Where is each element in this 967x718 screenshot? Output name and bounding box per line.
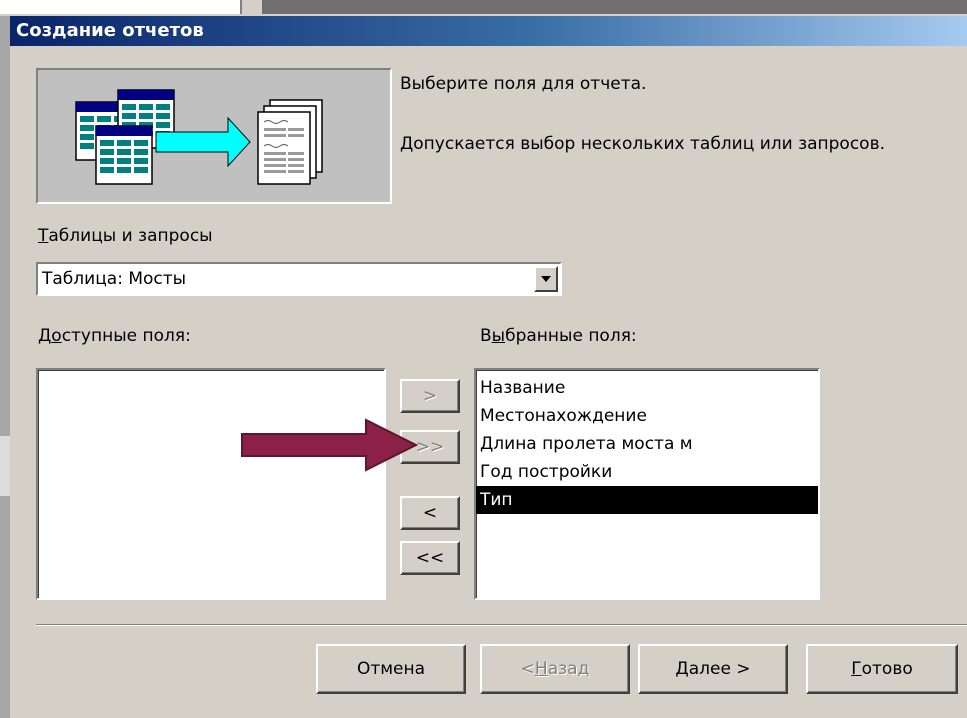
available-fields-list[interactable] <box>36 368 386 600</box>
instruction-text: Выберите поля для отчета. <box>400 74 647 94</box>
window-title: Создание отчетов <box>16 20 204 41</box>
selected-fields-list[interactable]: Название Местонахождение Длина пролета мос… <box>474 368 820 600</box>
footer-separator <box>36 624 967 626</box>
dropdown-button[interactable] <box>534 266 558 292</box>
background-window-left <box>0 0 242 14</box>
available-fields-label: Доступные поля: <box>38 326 191 346</box>
remove-all-fields-button[interactable]: << <box>400 541 460 575</box>
tables-combobox-value: Таблица: Мосты <box>42 269 187 289</box>
back-button[interactable]: < Назад <box>480 644 630 694</box>
background-window-right <box>262 0 967 14</box>
tables-combobox[interactable]: Таблица: Мосты <box>36 262 562 296</box>
next-button[interactable]: Далее > <box>638 644 788 694</box>
chevron-down-icon <box>541 276 551 282</box>
cancel-button[interactable]: Отмена <box>316 644 466 694</box>
add-field-button[interactable]: > <box>400 379 460 413</box>
instruction-note: Допускается выбор нескольких таблиц или … <box>400 134 885 154</box>
report-wizard-dialog: Выберите поля для отчета. Допускается вы… <box>10 46 967 718</box>
remove-field-button[interactable]: < <box>400 496 460 530</box>
finish-button[interactable]: Готово <box>806 644 958 694</box>
list-item[interactable]: Название <box>476 374 818 402</box>
selected-fields-label: Выбранные поля: <box>480 326 637 346</box>
background-window-strip <box>0 0 967 16</box>
tables-label: Таблицы и запросы <box>38 226 213 246</box>
wizard-illustration <box>36 68 392 204</box>
callout-arrow-icon <box>241 418 419 472</box>
window-title-bar[interactable]: Создание отчетов <box>10 16 967 46</box>
report-pages-icon <box>257 99 323 185</box>
list-item[interactable]: Год постройки <box>476 458 818 486</box>
tables-to-report-icon <box>75 89 323 185</box>
list-item[interactable]: Тип <box>476 486 818 514</box>
list-item[interactable]: Длина пролета моста м <box>476 430 818 458</box>
background-window-edge <box>0 16 10 718</box>
list-item[interactable]: Местонахождение <box>476 402 818 430</box>
